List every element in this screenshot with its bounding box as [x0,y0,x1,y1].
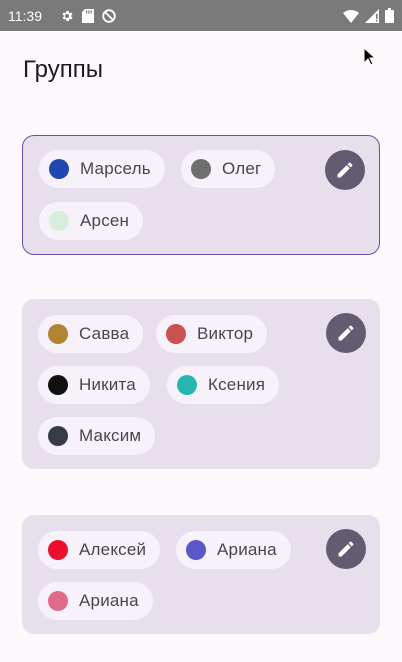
member-name: Алексей [79,540,147,559]
status-time: 11:39 [8,7,42,24]
group-card[interactable]: Алексей Ариана Ариана [22,515,380,634]
do-not-disturb-icon [102,8,116,23]
member-name: Ариана [217,540,277,559]
member-color-dot [191,159,211,179]
group-card[interactable]: Марсель Олег Арсен [22,135,380,255]
battery-icon [385,8,394,23]
wifi-icon [343,9,359,23]
member-name: Виктор [197,324,254,343]
member-chip[interactable]: Алексей [38,531,161,569]
member-chip[interactable]: Никита [38,366,150,404]
member-color-dot [177,375,197,395]
edit-group-button[interactable] [325,150,365,190]
member-chip[interactable]: Ксения [167,366,280,404]
gear-icon [60,9,74,23]
member-color-dot [49,211,69,231]
member-color-dot [48,324,68,344]
member-chip[interactable]: Арсен [39,202,144,240]
member-name: Савва [79,324,130,343]
group-card[interactable]: Савва Виктор Никита Ксения Максим [22,299,380,469]
pencil-icon [338,325,354,341]
member-chip[interactable]: Савва [38,315,144,353]
member-color-dot [48,540,68,560]
pencil-icon [337,162,353,178]
edit-group-button[interactable] [326,313,366,353]
sd-card-icon [82,8,94,23]
member-name: Никита [79,375,136,394]
member-name: Марсель [80,159,151,178]
member-chip[interactable]: Марсель [39,150,165,188]
member-color-dot [166,324,186,344]
member-color-dot [48,375,68,395]
page-title: Группы [23,56,103,83]
member-name: Олег [222,159,262,178]
status-bar: 11:39 [0,0,402,31]
member-chip[interactable]: Максим [38,417,156,455]
member-name: Ариана [79,591,139,610]
member-chip[interactable]: Виктор [156,315,268,353]
member-chip[interactable]: Ариана [176,531,291,569]
member-chip[interactable]: Ариана [38,582,153,620]
member-name: Арсен [80,211,130,230]
pencil-icon [338,541,354,557]
member-color-dot [186,540,206,560]
member-color-dot [48,591,68,611]
member-color-dot [48,426,68,446]
member-name: Максим [79,426,142,445]
edit-group-button[interactable] [326,529,366,569]
signal-icon [365,8,379,23]
member-color-dot [49,159,69,179]
member-chip[interactable]: Олег [181,150,276,188]
member-name: Ксения [208,375,266,394]
mouse-cursor-icon [363,47,375,66]
